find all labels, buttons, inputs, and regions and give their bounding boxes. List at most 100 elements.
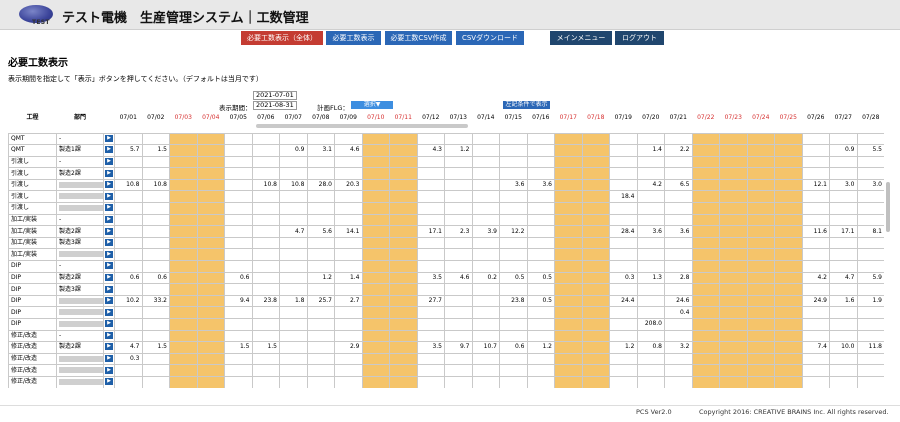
hours-cell [856, 375, 884, 388]
date-from-input[interactable]: 2021-07-01 [253, 91, 297, 100]
table-row: 引渡し ▶ [8, 202, 884, 215]
hours-cell [279, 155, 308, 169]
row-detail-cell: ▶ [103, 375, 115, 388]
hours-cell [389, 248, 418, 262]
date-to-input[interactable]: 2021-08-31 [253, 101, 297, 110]
hours-cell [334, 190, 363, 204]
nav-csv-download-button[interactable]: CSVダウンロード [456, 31, 524, 45]
hours-cell [444, 132, 473, 146]
hours-cell [691, 260, 720, 273]
hours-cell [746, 306, 775, 319]
hours-cell [581, 236, 610, 250]
nav-main-menu-button[interactable]: メインメニュー [550, 31, 612, 45]
date-column-header: 07/13 [449, 114, 467, 121]
play-arrow-icon[interactable]: ▶ [105, 134, 113, 142]
hours-cell: 1.8 [279, 294, 308, 308]
play-arrow-icon[interactable]: ▶ [105, 297, 113, 305]
date-column-header: 07/01 [119, 114, 137, 121]
hours-cell [169, 144, 198, 157]
nav-csv-create-button[interactable]: 必要工数CSV作成 [385, 31, 452, 45]
vertical-scrollbar-track[interactable] [884, 118, 892, 388]
hours-cell: 2.9 [334, 341, 363, 354]
hours-cell [389, 144, 418, 157]
hours-cell [609, 318, 638, 331]
hours-cell [224, 202, 253, 215]
play-arrow-icon[interactable]: ▶ [105, 262, 113, 270]
hours-cell [224, 155, 253, 169]
hours-cell [279, 248, 308, 262]
hours-cell [169, 236, 198, 250]
hours-cell [691, 329, 720, 343]
play-arrow-icon[interactable]: ▶ [105, 366, 113, 374]
table-row: 修正/改造 ▶ [8, 375, 884, 388]
hours-cell [141, 352, 170, 366]
horizontal-scrollbar[interactable] [256, 124, 468, 128]
hours-cell [306, 306, 335, 319]
plan-flg-select[interactable]: 選択▼ [351, 101, 393, 109]
play-arrow-icon[interactable]: ▶ [105, 227, 113, 235]
play-arrow-icon[interactable]: ▶ [105, 331, 113, 339]
hours-cell [719, 236, 748, 250]
play-arrow-icon[interactable]: ▶ [105, 320, 113, 328]
play-arrow-icon[interactable]: ▶ [105, 239, 113, 247]
hours-cell: 1.4 [636, 144, 665, 157]
play-arrow-icon[interactable]: ▶ [105, 181, 113, 189]
play-arrow-icon[interactable]: ▶ [105, 343, 113, 351]
hours-cell [224, 318, 253, 331]
dept-cell: 製造2課 [56, 167, 104, 180]
hours-cell [224, 225, 253, 238]
hours-cell [169, 271, 198, 285]
hours-cell [389, 213, 418, 227]
hours-cell [471, 260, 500, 273]
play-arrow-icon[interactable]: ▶ [105, 378, 113, 386]
play-arrow-icon[interactable]: ▶ [105, 157, 113, 165]
hours-cell [306, 190, 335, 204]
hours-cell: 1.2 [306, 271, 335, 285]
hours-cell: 4.6 [444, 271, 473, 285]
hours-cell [856, 132, 884, 146]
hours-cell: 17.1 [416, 225, 445, 238]
hours-cell [609, 283, 638, 296]
play-arrow-icon[interactable]: ▶ [105, 355, 113, 363]
hours-cell [306, 155, 335, 169]
play-arrow-icon[interactable]: ▶ [105, 192, 113, 200]
hours-cell [444, 190, 473, 204]
nav-required-hours-all-button[interactable]: 必要工数表示（全体） [241, 31, 323, 45]
play-arrow-icon[interactable]: ▶ [105, 273, 113, 281]
hours-cell [114, 155, 143, 169]
date-column-header: 07/27 [834, 114, 852, 121]
play-arrow-icon[interactable]: ▶ [105, 250, 113, 258]
hours-cell: 20.3 [334, 178, 363, 192]
play-arrow-icon[interactable]: ▶ [105, 169, 113, 177]
process-cell: 引渡し [8, 155, 57, 169]
play-arrow-icon[interactable]: ▶ [105, 204, 113, 212]
play-arrow-icon[interactable]: ▶ [105, 215, 113, 223]
hours-cell [196, 329, 225, 343]
hours-cell [801, 155, 830, 169]
hours-cell [361, 329, 390, 343]
hours-cell [169, 155, 198, 169]
play-arrow-icon[interactable]: ▶ [105, 285, 113, 293]
dept-cell [56, 318, 104, 331]
hours-cell [554, 341, 583, 354]
hours-cell [334, 318, 363, 331]
hours-cell [444, 260, 473, 273]
hours-cell: 1.2 [609, 341, 638, 354]
vertical-scrollbar-thumb[interactable] [886, 182, 890, 232]
hours-cell [196, 167, 225, 180]
date-column-header: 07/24 [752, 114, 770, 121]
play-arrow-icon[interactable]: ▶ [105, 146, 113, 154]
hours-cell [444, 155, 473, 169]
hours-cell [224, 352, 253, 366]
hours-cell [471, 318, 500, 331]
nav-logout-button[interactable]: ログアウト [615, 31, 664, 45]
hours-cell [114, 283, 143, 296]
hours-cell [746, 190, 775, 204]
hours-cell [334, 375, 363, 388]
hours-cell [169, 329, 198, 343]
hours-cell [554, 236, 583, 250]
filter-display-button[interactable]: 左記条件で表示 [503, 101, 550, 109]
nav-required-hours-button[interactable]: 必要工数表示 [326, 31, 381, 45]
hours-cell: 24.9 [801, 294, 830, 308]
play-arrow-icon[interactable]: ▶ [105, 308, 113, 316]
